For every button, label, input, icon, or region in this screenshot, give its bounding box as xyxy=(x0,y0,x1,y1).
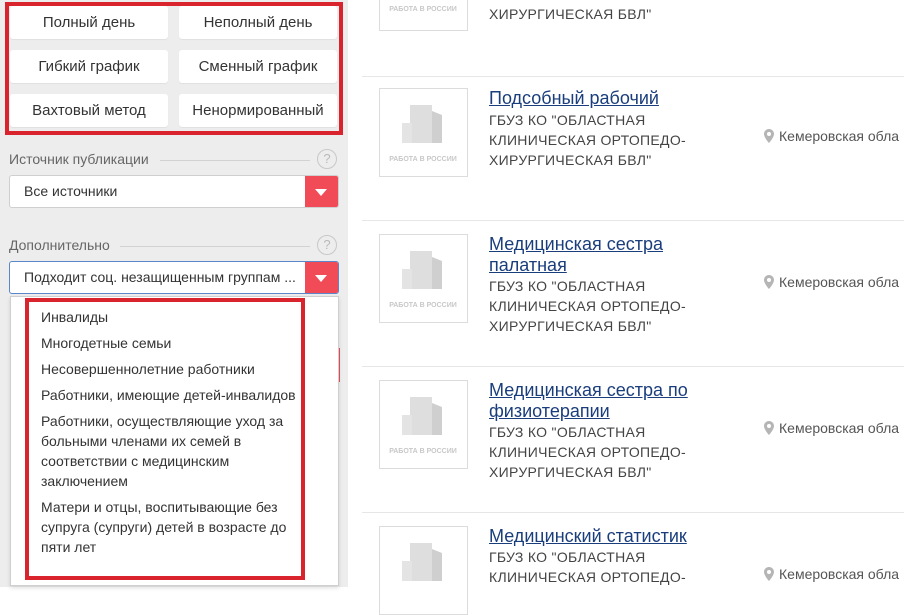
building-logo-icon xyxy=(402,543,442,581)
listing-location: Кемеровская обла xyxy=(764,128,899,144)
building-logo-icon: РАБОТА В РОССИИ xyxy=(389,6,457,13)
location-pin-icon xyxy=(764,129,774,143)
location-pin-icon xyxy=(764,421,774,435)
listing-location: Кемеровская обла xyxy=(764,274,899,290)
option-large-families[interactable]: Многодетные семьи xyxy=(41,333,301,353)
source-label: Источник публикации xyxy=(9,151,149,167)
extra-select-value: Подходит соц. незащищенным группам ... xyxy=(24,269,296,285)
location-pin-icon xyxy=(764,275,774,289)
chevron-down-icon[interactable] xyxy=(305,176,338,207)
extra-divider xyxy=(120,246,310,247)
listing-employer: ГБУЗ КО "ОБЛАСТНАЯ КЛИНИЧЕСКАЯ ОРТОПЕДО-… xyxy=(489,112,686,168)
option-parents-disabled-children[interactable]: Работники, имеющие детей-инвалидов xyxy=(41,385,301,405)
location-pin-icon xyxy=(764,567,774,581)
location-text: Кемеровская обла xyxy=(779,128,900,144)
listing-employer: ХИРУРГИЧЕСКАЯ БВЛ" xyxy=(489,6,652,22)
listing-thumbnail[interactable]: РАБОТА В РОССИИ xyxy=(379,0,468,31)
building-logo-icon: РАБОТА В РОССИИ xyxy=(389,251,457,309)
extra-help-icon[interactable]: ? xyxy=(317,235,337,255)
extra-label: Дополнительно xyxy=(9,237,110,253)
thumb-caption: РАБОТА В РОССИИ xyxy=(389,156,457,163)
source-help-icon[interactable]: ? xyxy=(317,149,337,169)
source-divider xyxy=(160,160,310,161)
listing-title-link[interactable]: Подсобный рабочий xyxy=(489,88,709,109)
listing-employer: ГБУЗ КО "ОБЛАСТНАЯ КЛИНИЧЕСКАЯ ОРТОПЕДО-… xyxy=(489,278,686,334)
listing-thumbnail[interactable]: РАБОТА В РОССИИ xyxy=(379,234,468,323)
thumb-caption: РАБОТА В РОССИИ xyxy=(389,6,457,13)
option-disabled[interactable]: Инвалиды xyxy=(41,307,301,327)
listing-title-link[interactable]: Медицинская сестра по физиотерапии xyxy=(489,380,709,422)
schedule-highlight-frame xyxy=(5,2,343,135)
building-logo-icon: РАБОТА В РОССИИ xyxy=(389,105,457,163)
listing-employer: ГБУЗ КО "ОБЛАСТНАЯ КЛИНИЧЕСКАЯ ОРТОПЕДО-… xyxy=(489,424,686,480)
building-logo-icon: РАБОТА В РОССИИ xyxy=(389,397,457,455)
listing-location: Кемеровская обла xyxy=(764,566,899,582)
listing-divider xyxy=(362,366,904,367)
option-minors[interactable]: Несовершеннолетние работники xyxy=(41,359,301,379)
option-single-parents[interactable]: Матери и отцы, воспитывающие без супруга… xyxy=(41,497,301,557)
source-select-value: Все источники xyxy=(24,183,118,199)
listing-divider xyxy=(362,220,904,221)
listing-thumbnail[interactable]: РАБОТА В РОССИИ xyxy=(379,380,468,469)
listing-divider xyxy=(362,76,904,77)
listing-thumbnail[interactable] xyxy=(379,526,468,615)
dropdown-highlight-frame: Инвалиды Многодетные семьи Несовершеннол… xyxy=(25,298,305,580)
extra-select[interactable]: Подходит соц. незащищенным группам ... xyxy=(9,261,339,294)
location-text: Кемеровская обла xyxy=(779,274,900,290)
listing-employer: ГБУЗ КО "ОБЛАСТНАЯ КЛИНИЧЕСКАЯ ОРТОПЕДО- xyxy=(489,549,686,585)
listing-title-link[interactable]: Медицинская сестра палатная xyxy=(489,234,709,276)
listing-title-link[interactable]: Медицинский статистик xyxy=(489,526,709,547)
listing-location: Кемеровская обла xyxy=(764,420,899,436)
chevron-down-icon[interactable] xyxy=(305,262,338,293)
option-caregivers[interactable]: Работники, осуществляющие уход за больны… xyxy=(41,411,301,491)
extra-dropdown: Инвалиды Многодетные семьи Несовершеннол… xyxy=(10,296,339,586)
filter-sidebar: Полный день Неполный день Гибкий график … xyxy=(0,0,348,587)
listing-divider xyxy=(362,512,904,513)
thumb-caption: РАБОТА В РОССИИ xyxy=(389,448,457,455)
source-select[interactable]: Все источники xyxy=(9,175,339,208)
thumb-caption: РАБОТА В РОССИИ xyxy=(389,302,457,309)
location-text: Кемеровская обла xyxy=(779,566,900,582)
listing-thumbnail[interactable]: РАБОТА В РОССИИ xyxy=(379,88,468,177)
location-text: Кемеровская обла xyxy=(779,420,900,436)
